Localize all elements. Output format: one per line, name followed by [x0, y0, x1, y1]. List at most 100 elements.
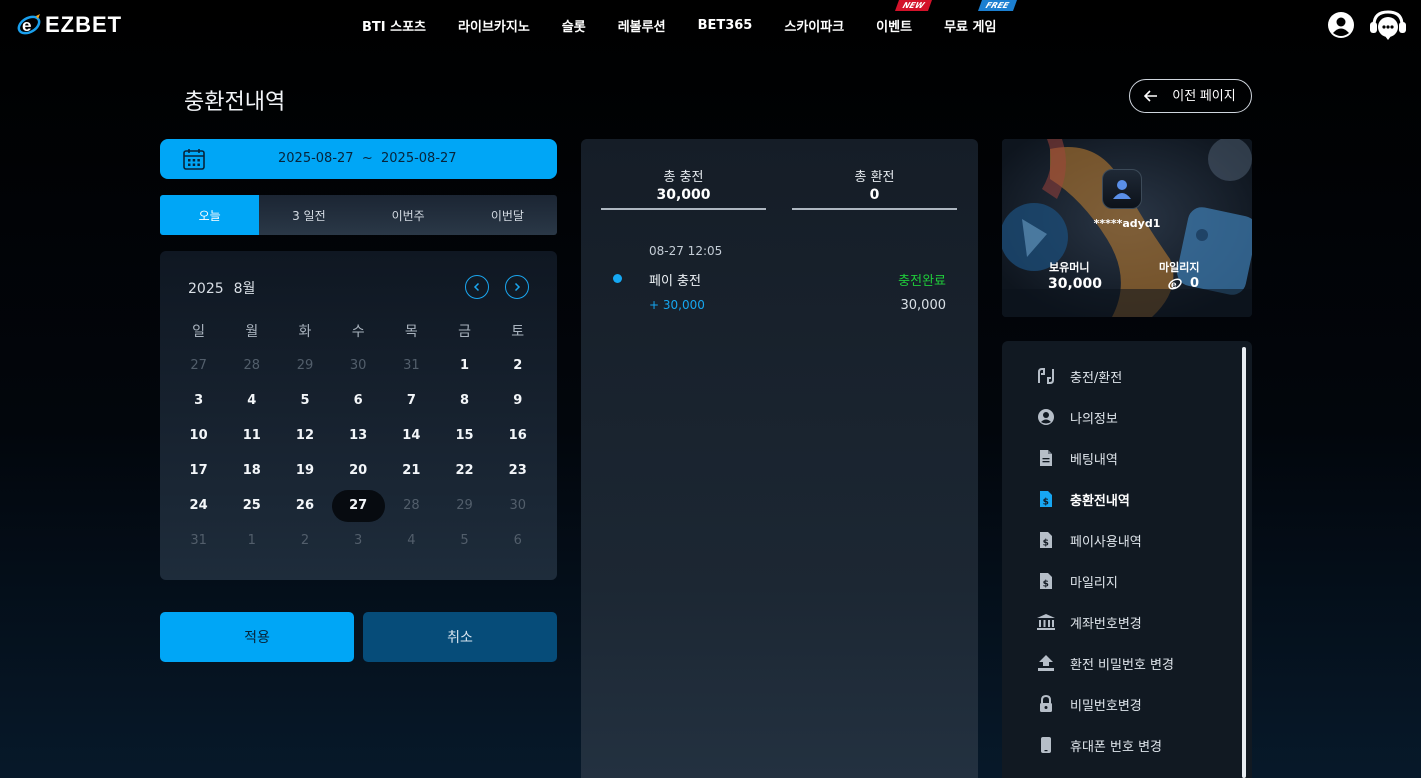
- calendar-day[interactable]: 20: [332, 453, 385, 488]
- calendar-day[interactable]: 14: [385, 418, 438, 453]
- calendar-day[interactable]: 9: [491, 383, 544, 418]
- cancel-button[interactable]: 취소: [363, 612, 557, 662]
- calendar-day[interactable]: 30: [491, 488, 544, 523]
- tab-this-month[interactable]: 이번달: [458, 195, 557, 235]
- calendar-day[interactable]: 28: [385, 488, 438, 523]
- calendar-day-number: 3: [354, 533, 363, 548]
- calendar-day-selected[interactable]: 27: [331, 488, 385, 523]
- menu-item-label: 휴대폰 번호 변경: [1070, 739, 1162, 755]
- menu-item-change-phone[interactable]: 휴대폰 번호 변경: [1036, 734, 1162, 756]
- back-button[interactable]: 이전 페이지: [1129, 79, 1252, 113]
- avatar: [1102, 169, 1142, 209]
- date-range-picker[interactable]: 2025-08-27 ~ 2025-08-27: [160, 139, 557, 179]
- nav-slot[interactable]: 슬롯: [546, 16, 602, 35]
- menu-item-label: 환전 비밀번호 변경: [1070, 657, 1174, 673]
- calendar-day[interactable]: 25: [225, 488, 278, 523]
- nav-revolution[interactable]: 레볼루션: [602, 16, 682, 35]
- tab-today[interactable]: 오늘: [160, 195, 260, 235]
- calendar-day[interactable]: 17: [172, 453, 225, 488]
- next-month-button[interactable]: [505, 275, 529, 299]
- menu-item-pay-usage[interactable]: $ 페이사용내역: [1036, 529, 1142, 551]
- calendar-day[interactable]: 8: [438, 383, 491, 418]
- calendar-day[interactable]: 6: [332, 383, 385, 418]
- menu-scrollbar[interactable]: [1242, 347, 1246, 778]
- lock-icon: [1036, 694, 1056, 714]
- menu-item-my-info[interactable]: 나의정보: [1036, 406, 1118, 428]
- nav-bet365[interactable]: BET365: [682, 18, 769, 33]
- menu-item-betting-history[interactable]: 베팅내역: [1036, 447, 1118, 469]
- calendar-day-number: 14: [402, 428, 421, 443]
- calendar-day[interactable]: 24: [172, 488, 225, 523]
- calendar-day[interactable]: 29: [438, 488, 491, 523]
- brand-logo[interactable]: e EZBET: [16, 12, 122, 38]
- calendar-day[interactable]: 30: [332, 348, 385, 383]
- menu-item-change-password[interactable]: 비밀번호변경: [1036, 693, 1142, 715]
- weekday-label: 일: [192, 323, 206, 340]
- customer-support-icon[interactable]: [1369, 9, 1407, 41]
- calendar-day[interactable]: 13: [332, 418, 385, 453]
- account-icon[interactable]: [1327, 11, 1355, 39]
- calendar-month-title: 2025 8월: [188, 278, 255, 298]
- tab-3-days[interactable]: 3 일전: [259, 195, 358, 235]
- calendar-day[interactable]: 23: [491, 453, 544, 488]
- calendar-day[interactable]: 7: [385, 383, 438, 418]
- calendar-day-number: 27: [331, 489, 385, 522]
- mileage-label: 마일리지: [1159, 261, 1200, 274]
- calendar-day[interactable]: 11: [225, 418, 278, 453]
- menu-item-transaction-history[interactable]: $ 충환전내역: [1036, 488, 1130, 510]
- prev-month-button[interactable]: [465, 275, 489, 299]
- calendar-day[interactable]: 22: [438, 453, 491, 488]
- calendar-day[interactable]: 5: [438, 523, 491, 558]
- nav-event[interactable]: 이벤트 NEW: [860, 0, 933, 35]
- calendar-day[interactable]: 18: [225, 453, 278, 488]
- calendar-day-number: 31: [403, 358, 420, 373]
- calendar: 2025 8월 일 월 화 수 목 금 토 27 28 29 30 31 1 2 3 4 5 6 7 8 9 10 11 12 1…: [160, 251, 557, 580]
- calendar-day[interactable]: 29: [278, 348, 331, 383]
- total-withdraw-value: 0: [869, 187, 880, 203]
- calendar-day[interactable]: 3: [172, 383, 225, 418]
- calendar-day[interactable]: 21: [385, 453, 438, 488]
- nav-skypark[interactable]: 스카이파크: [768, 16, 860, 35]
- calendar-day[interactable]: 3: [332, 523, 385, 558]
- mileage-value-row: e 0: [1167, 276, 1199, 291]
- calendar-day-number: 29: [456, 498, 473, 513]
- transaction-history-panel: 총 충전 30,000 총 환전 0 08-27 12:05 페이 충전 충전완…: [581, 139, 978, 778]
- calendar-day[interactable]: 1: [438, 348, 491, 383]
- calendar-day[interactable]: 2: [278, 523, 331, 558]
- calendar-day[interactable]: 16: [491, 418, 544, 453]
- transaction-balance: 30,000: [900, 298, 947, 313]
- calendar-day[interactable]: 10: [172, 418, 225, 453]
- calendar-day[interactable]: 12: [278, 418, 331, 453]
- calendar-day-number: 6: [513, 533, 522, 548]
- calendar-day[interactable]: 4: [225, 383, 278, 418]
- calendar-day[interactable]: 2: [491, 348, 544, 383]
- calendar-day-number: 8: [460, 393, 470, 408]
- calendar-day[interactable]: 4: [385, 523, 438, 558]
- menu-item-change-withdraw-password[interactable]: 환전 비밀번호 변경: [1036, 652, 1174, 674]
- apply-button[interactable]: 적용: [160, 612, 354, 662]
- calendar-day[interactable]: 31: [385, 348, 438, 383]
- menu-item-mileage[interactable]: $ 마일리지: [1036, 570, 1118, 592]
- nav-live-casino[interactable]: 라이브카지노: [442, 16, 546, 35]
- menu-item-deposit-withdraw[interactable]: 충전/환전: [1036, 365, 1122, 387]
- calendar-day[interactable]: 1: [225, 523, 278, 558]
- menu-item-change-account[interactable]: 계좌번호변경: [1036, 611, 1142, 633]
- calendar-day[interactable]: 27: [172, 348, 225, 383]
- calendar-day[interactable]: 26: [278, 488, 331, 523]
- top-navigation: e EZBET BTI 스포츠 라이브카지노 슬롯 레볼루션 BET365 스카…: [0, 0, 1421, 50]
- money-value: 30,000: [1048, 276, 1103, 292]
- calendar-day-number: 29: [296, 358, 314, 373]
- calendar-day[interactable]: 28: [225, 348, 278, 383]
- nav-bti-sports[interactable]: BTI 스포츠: [346, 16, 442, 35]
- calendar-day[interactable]: 15: [438, 418, 491, 453]
- tab-this-week[interactable]: 이번주: [359, 195, 458, 235]
- nav-free-game[interactable]: 무료 게임 FREE: [928, 0, 1017, 35]
- nav-label: BTI 스포츠: [362, 19, 427, 35]
- svg-text:e: e: [22, 16, 31, 35]
- calendar-day[interactable]: 6: [491, 523, 544, 558]
- calendar-day-number: 3: [194, 393, 204, 408]
- calendar-day[interactable]: 5: [278, 383, 331, 418]
- calendar-day[interactable]: 19: [278, 453, 331, 488]
- calendar-day[interactable]: 31: [172, 523, 225, 558]
- calendar-day-number: 13: [349, 428, 368, 443]
